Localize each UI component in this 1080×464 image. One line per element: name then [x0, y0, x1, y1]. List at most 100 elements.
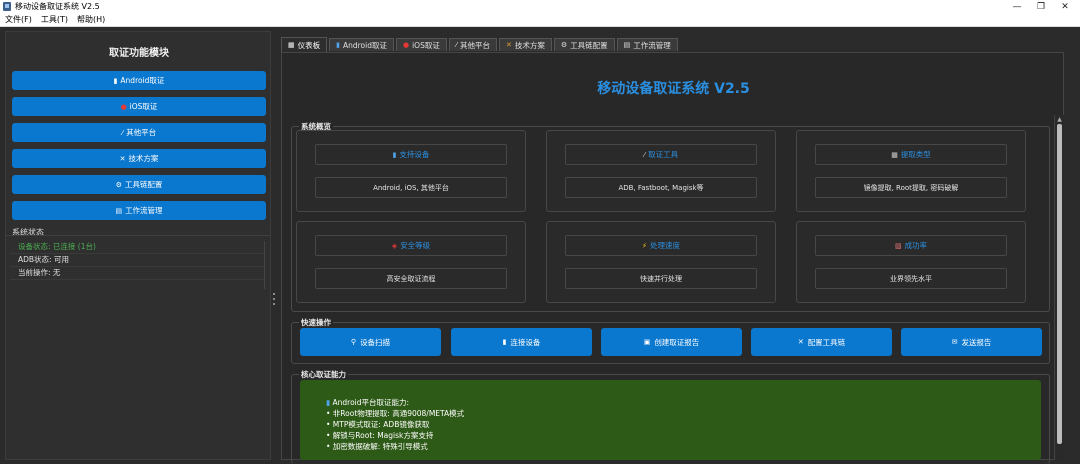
card-value: ADB, Fastboot, Magisk等 [565, 177, 757, 198]
current-operation-status[interactable]: 当前操作: 无 [10, 267, 264, 280]
splitter-handle[interactable] [272, 293, 275, 305]
tab-label: 工作流管理 [633, 40, 671, 50]
page-title: 移动设备取证系统 V2.5 [597, 81, 750, 97]
send-report-button[interactable]: ✉ 发送报告 [901, 328, 1042, 356]
phone-icon: ▮ [392, 150, 397, 159]
wrench-icon: ⁄ [643, 150, 646, 159]
lightning-icon: ⚡ [642, 241, 647, 250]
tools-icon: ✕ [797, 338, 804, 346]
ios-forensics-button[interactable]: ● iOS取证 [12, 97, 266, 116]
device-status[interactable]: 设备状态: 已连接 (1台) [10, 241, 264, 254]
tab-ios[interactable]: ● iOS取证 [395, 38, 447, 51]
card-title-text: 支持设备 [399, 150, 430, 159]
adb-status[interactable]: ADB状态: 可用 [10, 254, 264, 267]
overview-card-tools: ⁄ 取证工具 ADB, Fastboot, Magisk等 [546, 130, 776, 212]
tab-label: 技术方案 [514, 40, 545, 50]
status-list[interactable]: 设备状态: 已连接 (1台) ADB状态: 可用 当前操作: 无 [10, 241, 265, 289]
card-value: 镜像提取, Root提取, 密码破解 [815, 177, 1007, 198]
capability-line: • 解锁与Root: Magisk方案支持 [326, 431, 434, 440]
tools-icon: ✕ [506, 41, 512, 49]
capability-line: • 加密数据破解: 特殊引导模式 [326, 442, 428, 451]
button-label: 连接设备 [510, 337, 541, 347]
apple-icon: ● [402, 41, 410, 49]
configure-toolchain-button[interactable]: ✕ 配置工具链 [751, 328, 892, 356]
window-title: 移动设备取证系统 V2.5 [15, 2, 100, 11]
create-report-button[interactable]: ▣ 创建取证报告 [601, 328, 742, 356]
button-label: 创建取证报告 [654, 337, 700, 347]
tab-toolchain-config[interactable]: ⚙ 工具链配置 [553, 38, 615, 51]
capability-line: • MTP模式取证: ADB镜像获取 [326, 420, 430, 429]
card-title: ▨ 成功率 [815, 235, 1007, 256]
card-title: ▮ 支持设备 [315, 144, 507, 165]
phone-icon: ▮ [113, 76, 118, 85]
card-title: ◈ 安全等级 [315, 235, 507, 256]
clipboard-icon: ▤ [115, 206, 123, 215]
tab-label: Android取证 [342, 40, 387, 50]
card-title: ⁄ 取证工具 [565, 144, 757, 165]
phone-icon: ▮ [502, 338, 507, 346]
scroll-up-icon[interactable]: ▲ [1056, 116, 1063, 123]
button-label: 配置工具链 [807, 337, 846, 347]
card-title-text: 处理速度 [649, 241, 680, 250]
trend-icon: ▨ [894, 241, 902, 250]
android-forensics-button[interactable]: ▮ Android取证 [12, 71, 266, 90]
other-platforms-button[interactable]: ⁄ 其他平台 [12, 123, 266, 142]
tab-workflow-management[interactable]: ▤ 工作流管理 [616, 38, 678, 51]
overview-card-success-rate: ▨ 成功率 业界领先水平 [796, 221, 1026, 303]
button-label: 工作流管理 [125, 206, 163, 215]
capability-heading: ▮ Android平台取证能力: [326, 397, 409, 408]
card-title-text: 安全等级 [400, 241, 431, 250]
report-icon: ▣ [643, 338, 651, 346]
button-label: 其他平台 [126, 128, 157, 137]
close-icon[interactable]: ✕ [1050, 0, 1080, 13]
chart-icon: ▦ [891, 150, 898, 159]
card-title: ⚡ 处理速度 [565, 235, 757, 256]
main-scrollbar[interactable]: ▲ [1054, 115, 1065, 460]
apple-icon: ● [120, 102, 127, 111]
shield-icon: ◈ [391, 241, 398, 250]
card-title: ▦ 提取类型 [815, 144, 1007, 165]
menu-help[interactable]: 帮助(H) [77, 14, 105, 25]
gear-icon: ⚙ [115, 180, 122, 189]
button-label: 发送报告 [961, 337, 992, 347]
capabilities-panel: ▮ Android平台取证能力: • 非Root物理提取: 高通9008/MET… [300, 380, 1041, 460]
overview-card-devices: ▮ 支持设备 Android, iOS, 其他平台 [296, 130, 526, 212]
button-label: iOS取证 [129, 102, 158, 111]
tab-label: iOS取证 [412, 40, 440, 50]
sidebar-panel: 取证功能模块 ▮ Android取证 ● iOS取证 ⁄ 其他平台 ✕ 技术方案… [5, 31, 271, 460]
button-label: 设备扫描 [360, 337, 391, 347]
capability-line: • 非Root物理提取: 高通9008/META模式 [326, 409, 465, 418]
tech-solutions-button[interactable]: ✕ 技术方案 [12, 149, 266, 168]
tab-android[interactable]: ▮ Android取证 [329, 38, 394, 51]
tab-bar: ▦ 仪表板 ▮ Android取证 ● iOS取证 ⁄ 其他平台 ✕ 技术方案 … [281, 37, 680, 52]
toolchain-config-button[interactable]: ⚙ 工具链配置 [12, 175, 266, 194]
capability-heading-text: Android平台取证能力: [332, 398, 410, 407]
tools-icon: ✕ [119, 154, 126, 163]
device-scan-button[interactable]: ⚲ 设备扫描 [300, 328, 441, 356]
tab-label: 工具链配置 [570, 40, 608, 50]
button-label: Android取证 [120, 76, 165, 85]
connect-device-button[interactable]: ▮ 连接设备 [451, 328, 592, 356]
tab-label: 其他平台 [460, 40, 491, 50]
card-value: 高安全取证流程 [315, 268, 507, 289]
system-status-label: 系统状态 [12, 228, 44, 237]
sidebar-title: 取证功能模块 [109, 48, 169, 59]
card-value: 快速并行处理 [565, 268, 757, 289]
phone-icon: ▮ [326, 398, 331, 407]
card-value: 业界领先水平 [815, 268, 1007, 289]
tab-other-platforms[interactable]: ⁄ 其他平台 [448, 38, 498, 51]
menu-bar: 文件(F) 工具(T) 帮助(H) [0, 13, 1080, 27]
phone-icon: ▮ [336, 41, 340, 49]
group-title: 核心取证能力 [299, 369, 348, 380]
mail-icon: ✉ [951, 338, 958, 346]
group-title: 快速操作 [299, 317, 333, 328]
wrench-icon: ⁄ [121, 128, 124, 137]
tab-tech-solutions[interactable]: ✕ 技术方案 [499, 38, 552, 51]
scrollbar-thumb[interactable] [1057, 124, 1062, 444]
menu-file[interactable]: 文件(F) [5, 14, 32, 25]
search-icon: ⚲ [350, 338, 357, 346]
menu-tools[interactable]: 工具(T) [41, 14, 68, 25]
workflow-management-button[interactable]: ▤ 工作流管理 [12, 201, 266, 220]
card-title-text: 取证工具 [648, 150, 679, 159]
tab-dashboard[interactable]: ▦ 仪表板 [281, 37, 328, 52]
